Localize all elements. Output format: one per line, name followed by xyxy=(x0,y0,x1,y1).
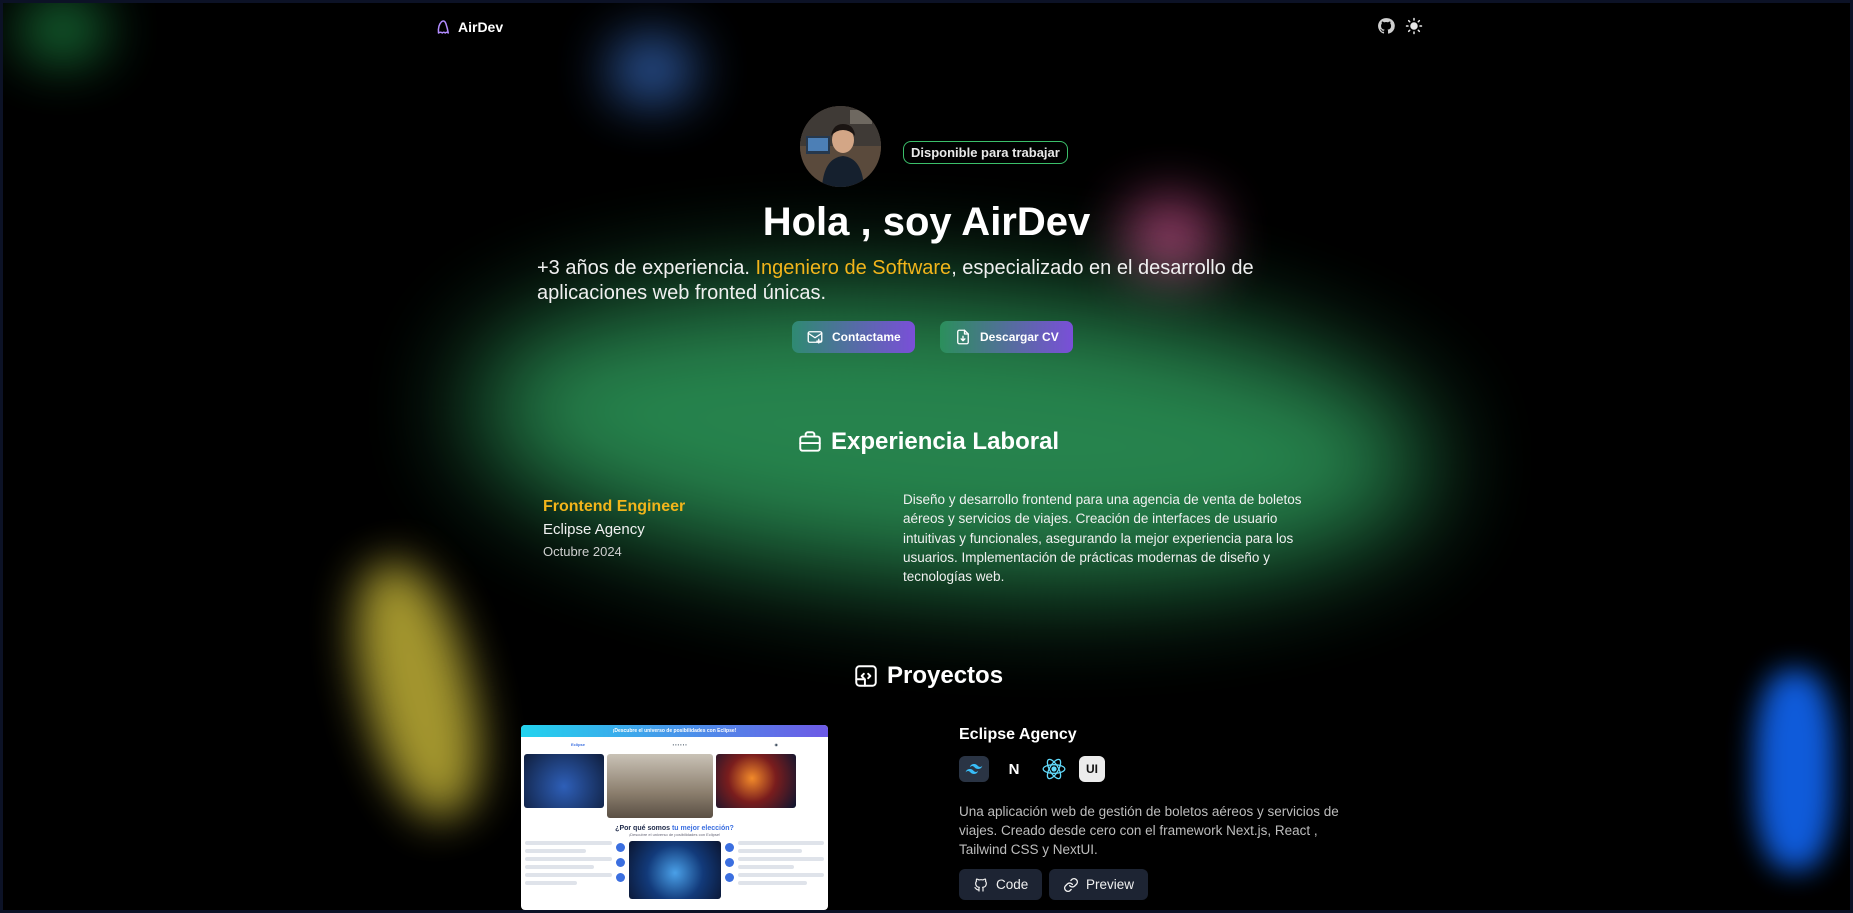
experience-company: Eclipse Agency xyxy=(543,521,645,538)
code-button[interactable]: Code xyxy=(959,869,1043,900)
mail-plus-icon xyxy=(807,331,823,344)
hero-subtitle-pre: +3 años de experiencia. xyxy=(537,257,756,279)
preview-button[interactable]: Preview xyxy=(1049,869,1149,900)
bg-blob-yellow xyxy=(335,551,500,829)
brand-name: AirDev xyxy=(458,19,504,35)
contact-button-label: Contactame xyxy=(832,330,901,344)
github-icon xyxy=(974,877,987,892)
bg-blob-green-small xyxy=(20,0,105,60)
hero-title: Hola , soy AirDev xyxy=(762,200,1091,244)
download-cv-button-label: Descargar CV xyxy=(980,330,1059,344)
preview-card-center xyxy=(607,754,713,818)
experience-description: Diseño y desarrollo frontend para una ag… xyxy=(903,492,1302,585)
avatar xyxy=(800,106,881,187)
preview-hero-row xyxy=(521,751,828,821)
project-screenshot[interactable]: ¡Descubre el universo de posibilidades c… xyxy=(521,725,828,910)
react-icon xyxy=(1039,756,1069,782)
experience-date: Octubre 2024 xyxy=(543,544,622,559)
preview-card-right xyxy=(716,754,796,808)
bg-blob-blue-right xyxy=(1755,670,1835,870)
preview-banner: ¡Descubre el universo de posibilidades c… xyxy=(521,725,828,737)
preview-card-left xyxy=(524,754,604,808)
hero-subtitle: +3 años de experiencia. Ingeniero de Sof… xyxy=(537,256,1317,306)
project-tags: N UI xyxy=(959,756,1105,782)
project-description: Una aplicación web de gestión de boletos… xyxy=(959,804,1339,857)
preview-heading: ¿Por qué somos tu mejor elección? xyxy=(615,825,734,832)
experience-role: Frontend Engineer xyxy=(543,498,686,515)
contact-button[interactable]: Contactame xyxy=(792,321,915,353)
brand-link[interactable]: AirDev xyxy=(434,18,503,36)
sun-icon[interactable] xyxy=(1405,17,1423,35)
download-cv-button[interactable]: Descargar CV xyxy=(940,321,1073,353)
nextjs-icon: N xyxy=(1008,760,1020,778)
nextui-icon: UI xyxy=(1079,756,1105,782)
preview-features xyxy=(521,837,828,903)
experience-heading: Experiencia Laboral xyxy=(797,428,1059,456)
code-window-icon xyxy=(855,665,877,687)
preview-user-icon: ◉ xyxy=(774,741,779,747)
ghost-logo-icon xyxy=(437,20,449,34)
code-button-label: Code xyxy=(996,877,1029,892)
bg-blob-blue-top xyxy=(612,40,692,100)
projects-heading-label: Proyectos xyxy=(887,662,1004,689)
file-download-icon xyxy=(957,329,969,345)
link-icon xyxy=(1064,877,1078,892)
hero-subtitle-highlight: Ingeniero de Software xyxy=(755,257,952,279)
project-name: Eclipse Agency xyxy=(959,726,1077,743)
availability-badge: Disponible para trabajar xyxy=(903,141,1068,164)
preview-button-label: Preview xyxy=(1086,877,1135,892)
experience-heading-label: Experiencia Laboral xyxy=(831,428,1060,455)
preview-brand: Eclipse xyxy=(571,741,586,747)
briefcase-icon xyxy=(799,431,821,452)
projects-heading: Proyectos xyxy=(853,662,1003,690)
github-icon[interactable] xyxy=(1377,17,1395,35)
preview-nav-links: ▪ ▪ ▪ ▪ ▪ ▪ xyxy=(672,741,687,747)
preview-nav: Eclipse ▪ ▪ ▪ ▪ ▪ ▪ ◉ xyxy=(521,737,828,751)
tailwind-icon xyxy=(959,756,989,782)
nav-actions xyxy=(1377,17,1423,35)
